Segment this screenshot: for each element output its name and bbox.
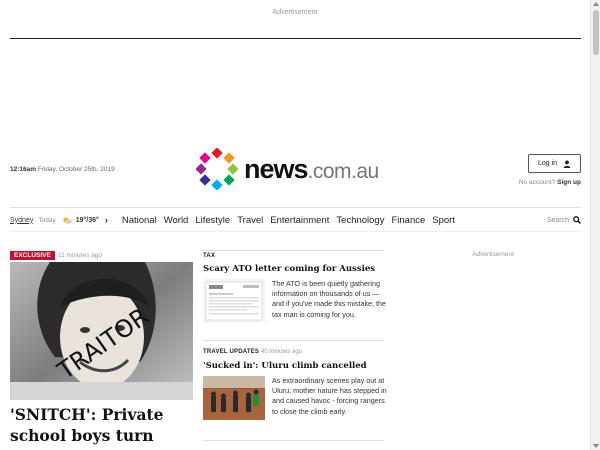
page-scrollbar[interactable] <box>590 0 600 450</box>
search-control[interactable]: Search <box>547 216 581 224</box>
nav-top-divider <box>10 207 581 208</box>
story-1-tag: TAX <box>203 253 215 259</box>
scrollbar-thumb[interactable] <box>593 10 599 55</box>
weather-widget[interactable]: 19°/36° <box>62 216 99 224</box>
nav-item-travel[interactable]: Travel <box>237 215 263 226</box>
weather-temps: 19°/36° <box>75 216 99 224</box>
story-2-blurb: As extraordinary scenes play out at Ulur… <box>272 376 387 416</box>
story-1-category: TAX <box>203 253 216 259</box>
nav-bottom-divider <box>10 231 581 232</box>
nav-links: National World Lifestyle Travel Entertai… <box>122 215 462 226</box>
site-logo[interactable]: news.com.au <box>196 148 401 190</box>
mid-column-divider-2 <box>203 340 384 341</box>
ad-label-top: Advertisement <box>272 9 318 16</box>
scroll-up-icon[interactable] <box>593 2 599 6</box>
mid-column-divider <box>203 250 384 251</box>
header-date: Friday, October 25th, 2019 <box>37 166 115 173</box>
login-button[interactable]: Log in <box>528 154 581 173</box>
story-2-tag: TRAVEL UPDATES 40 minutes ago <box>203 349 302 355</box>
nav-item-world[interactable]: World <box>164 215 189 226</box>
story-2-category: TRAVEL UPDATES <box>203 349 260 355</box>
story-2-thumbnail[interactable] <box>203 376 265 420</box>
hero-photo[interactable]: TRAITOR <box>10 262 193 400</box>
sun-cloud-icon <box>63 217 72 224</box>
hero-timestamp: 11 minutes ago <box>58 252 102 259</box>
logo-wordmark: news.com.au <box>244 152 379 189</box>
nav-item-lifestyle[interactable]: Lifestyle <box>195 215 230 226</box>
header-divider <box>10 38 581 39</box>
mid-column-divider-3 <box>203 440 384 441</box>
nav-item-technology[interactable]: Technology <box>336 215 384 226</box>
nav-item-sport[interactable]: Sport <box>432 215 455 226</box>
uluru-climbers-image <box>203 376 265 420</box>
story-1-blurb: The ATO is been quietly gathering inform… <box>272 279 387 319</box>
login-label: Log in <box>537 160 558 167</box>
chevron-right-icon[interactable]: › <box>105 215 108 225</box>
scroll-down-icon[interactable] <box>593 444 599 448</box>
logo-news: news <box>244 154 309 184</box>
ato-letter-image <box>203 279 265 323</box>
story-1-title[interactable]: Scary ATO letter coming for Aussies <box>203 264 388 274</box>
search-label: Search <box>546 216 569 224</box>
nav-item-finance[interactable]: Finance <box>391 215 425 226</box>
hero-photo-image: TRAITOR <box>10 262 193 400</box>
story-2-time: 40 minutes ago <box>261 349 303 355</box>
no-account-text: No account? <box>518 179 556 186</box>
hero-headline[interactable]: 'SNITCH': Private school boys turn nasty… <box>10 404 196 450</box>
header-time: 12:16am <box>10 166 37 173</box>
story-1-thumbnail[interactable] <box>203 279 265 323</box>
ad-label-right: Advertisement <box>472 251 514 258</box>
logo-dots-icon <box>196 148 238 190</box>
search-icon <box>573 216 581 224</box>
exclusive-badge: EXCLUSIVE <box>10 251 55 260</box>
nav-item-national[interactable]: National <box>122 215 157 226</box>
no-account-prompt: No account? Sign up <box>500 179 581 186</box>
logo-domain: .com.au <box>307 160 380 183</box>
signup-link[interactable]: Sign up <box>557 179 581 186</box>
nav-item-entertainment[interactable]: Entertainment <box>270 215 329 226</box>
story-2-title[interactable]: 'Sucked in': Uluru climb cancelled <box>203 361 388 371</box>
header-datetime: 12:16am Friday, October 25th, 2019 <box>10 166 115 173</box>
user-icon <box>563 159 571 168</box>
main-nav: Sydney Today 19°/36° › National World Li… <box>10 211 581 229</box>
weather-today-label: Today <box>38 216 56 224</box>
weather-city-link[interactable]: Sydney <box>10 217 33 224</box>
